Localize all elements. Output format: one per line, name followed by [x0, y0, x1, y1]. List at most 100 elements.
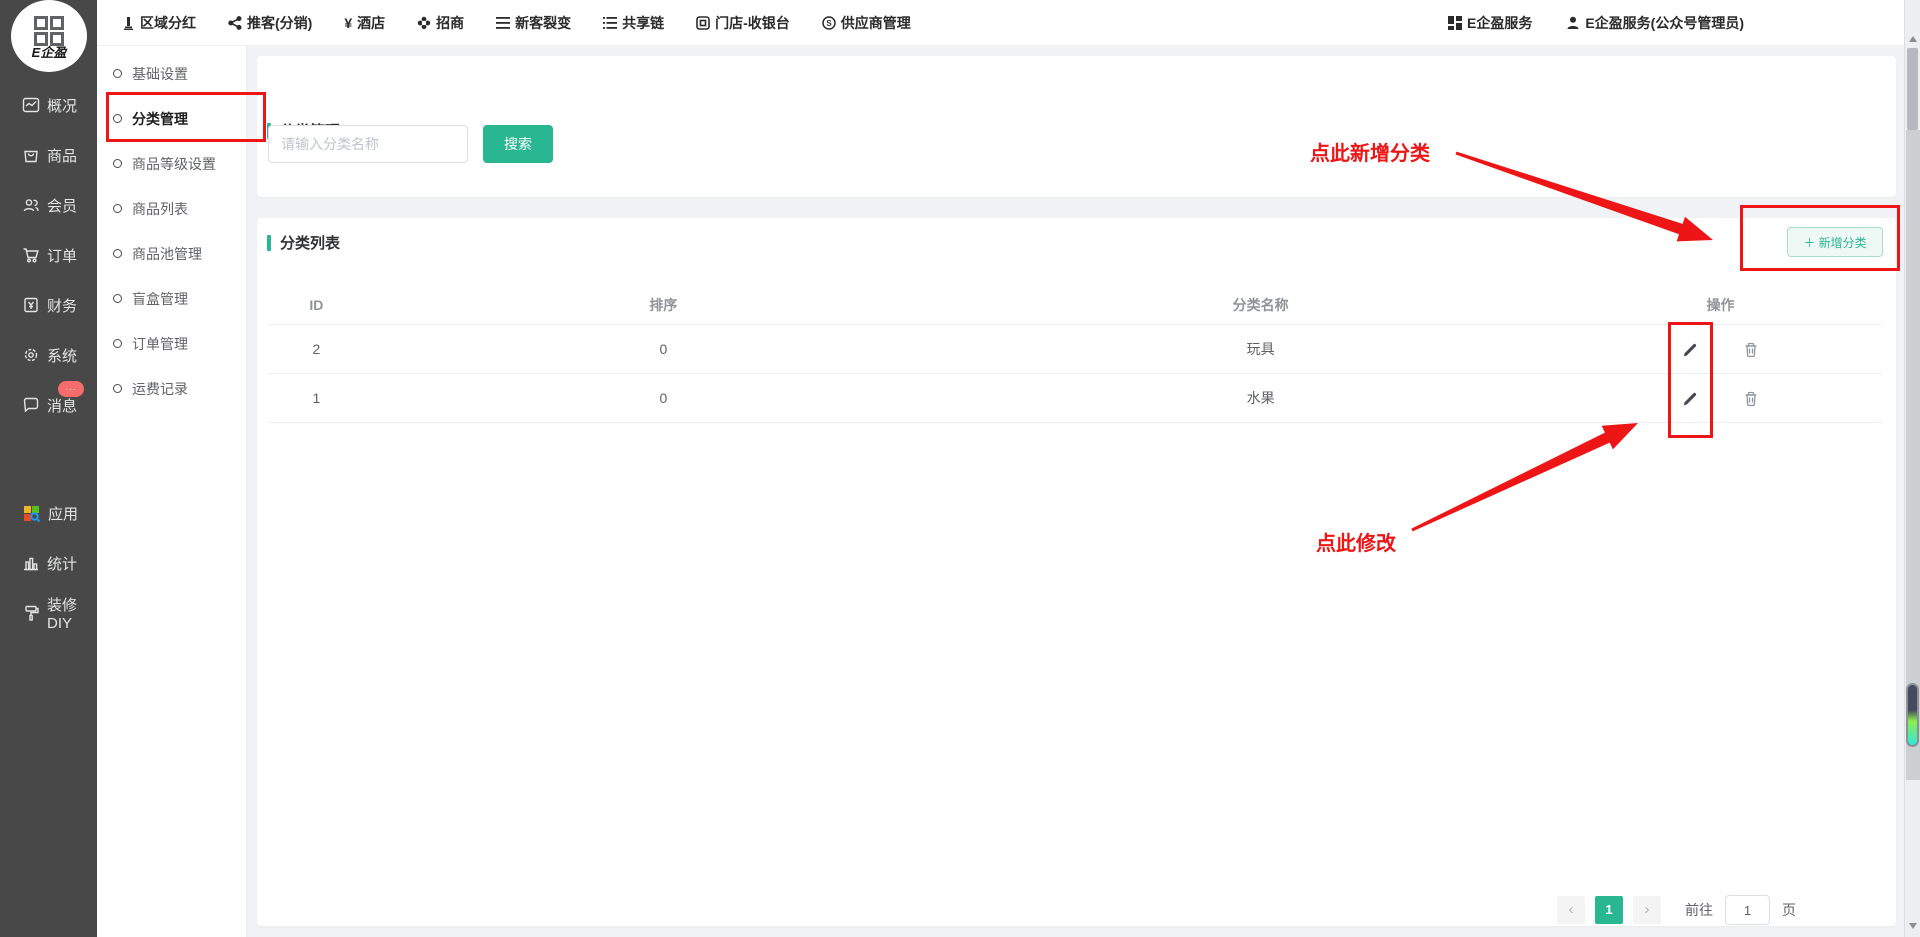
share-icon: [228, 16, 242, 30]
top-navbar: 区域分红 推客(分销) ¥ 酒店 招商 新客裂变 共享链 门店-收银台 S 供应…: [97, 0, 1904, 46]
pencil-icon: [1682, 341, 1699, 358]
cell-id: 2: [268, 341, 365, 357]
sidebar-item-label: 统计: [47, 553, 77, 574]
svg-text:S: S: [826, 19, 832, 28]
delete-button[interactable]: [1741, 339, 1761, 360]
menu-lines-icon: [496, 17, 510, 29]
topnav-item-new-customer[interactable]: 新客裂变: [496, 13, 571, 33]
yen-icon: ¥: [344, 15, 352, 31]
topnav-label: 招商: [436, 13, 464, 33]
submenu-item-goods-level[interactable]: 商品等级设置: [97, 141, 246, 186]
user-icon: [1566, 16, 1580, 30]
submenu-item-category-management[interactable]: 分类管理: [97, 96, 246, 141]
topnav-item-promoter[interactable]: 推客(分销): [228, 13, 312, 33]
system-icon: [22, 346, 40, 364]
circle-bullet-icon: [113, 249, 122, 258]
scrollbar-thumb[interactable]: [1907, 48, 1918, 130]
topnav-label: 供应商管理: [841, 13, 911, 33]
sidebar-item-system[interactable]: 系统: [0, 330, 97, 380]
sidebar-item-label: 订单: [47, 245, 77, 266]
submenu-item-blind-box[interactable]: 盲盒管理: [97, 276, 246, 321]
sidebar-item-label: 应用: [48, 503, 78, 524]
submenu-label: 基础设置: [132, 64, 188, 84]
submenu-item-freight-records[interactable]: 运费记录: [97, 366, 246, 411]
account-menu[interactable]: E企盈服务(公众号管理员): [1566, 13, 1744, 33]
circle-bullet-icon: [113, 114, 122, 123]
edit-button[interactable]: [1680, 339, 1701, 360]
service-label: E企盈服务: [1467, 13, 1532, 33]
trash-icon: [1743, 341, 1759, 358]
cell-name: 水果: [962, 388, 1559, 408]
sidebar-item-apps[interactable]: 应用: [0, 488, 97, 538]
vertical-scrollbar[interactable]: [1904, 0, 1920, 937]
column-header-name: 分类名称: [962, 295, 1559, 315]
category-name-input[interactable]: [268, 125, 468, 163]
sidebar-item-orders[interactable]: 订单: [0, 230, 97, 280]
sidebar-item-label: 系统: [47, 345, 77, 366]
finance-icon: [22, 296, 40, 314]
title-accent-bar: [267, 235, 271, 251]
submenu-item-basic-settings[interactable]: 基础设置: [97, 51, 246, 96]
goto-page-input[interactable]: [1725, 895, 1770, 925]
scroll-up-icon[interactable]: [1909, 36, 1917, 42]
sidebar-item-label: 消息: [47, 395, 77, 416]
topnav-item-investment[interactable]: 招商: [417, 13, 464, 33]
submenu-item-goods-list[interactable]: 商品列表: [97, 186, 246, 231]
prev-page-button[interactable]: ‹: [1557, 896, 1585, 924]
messages-badge: ...: [58, 381, 84, 397]
circle-bullet-icon: [113, 294, 122, 303]
submenu-label: 分类管理: [132, 109, 188, 129]
sidebar-item-goods[interactable]: 商品: [0, 130, 97, 180]
sidebar-item-label: 商品: [47, 145, 77, 166]
clover-icon: [417, 16, 431, 30]
sidebar-item-finance[interactable]: 财务: [0, 280, 97, 330]
category-list-panel: 分类列表 ＋ 新增分类 ID 排序 分类名称 操作 2 0 玩具 1 0 水果: [257, 218, 1896, 926]
category-table: ID 排序 分类名称 操作 2 0 玩具 1 0 水果: [268, 285, 1882, 423]
circle-bullet-icon: [113, 384, 122, 393]
circle-bullet-icon: [113, 204, 122, 213]
sidebar-item-label: 财务: [47, 295, 77, 316]
circle-bullet-icon: [113, 159, 122, 168]
account-label: E企盈服务(公众号管理员): [1585, 13, 1744, 33]
scroll-down-icon[interactable]: [1909, 923, 1917, 929]
stats-icon: [22, 554, 40, 572]
add-category-button[interactable]: ＋ 新增分类: [1787, 227, 1883, 257]
sidebar-item-overview[interactable]: 概况: [0, 80, 97, 130]
app-logo[interactable]: E企盈: [11, 0, 87, 72]
table-row: 1 0 水果: [268, 374, 1882, 423]
store-icon: [696, 16, 710, 30]
service-menu[interactable]: E企盈服务: [1448, 13, 1532, 33]
submenu-label: 商品列表: [132, 199, 188, 219]
topnav-item-hotel[interactable]: ¥ 酒店: [344, 13, 385, 33]
sidebar-item-members[interactable]: 会员: [0, 180, 97, 230]
sidebar-item-stats[interactable]: 统计: [0, 538, 97, 588]
goods-submenu: 基础设置 分类管理 商品等级设置 商品列表 商品池管理 盲盒管理 订单管理 运费…: [97, 46, 247, 937]
topnav-item-regional-dividend[interactable]: 区域分红: [122, 13, 196, 33]
cell-name: 玩具: [962, 339, 1559, 359]
column-header-sort: 排序: [365, 295, 962, 315]
search-button[interactable]: 搜索: [483, 125, 553, 163]
message-icon: [22, 396, 40, 414]
decorate-icon: [22, 604, 40, 622]
submenu-item-order-management[interactable]: 订单管理: [97, 321, 246, 366]
topnav-item-supplier[interactable]: S 供应商管理: [822, 13, 911, 33]
topnav-label: 门店-收银台: [715, 13, 790, 33]
supplier-icon: S: [822, 16, 836, 30]
topnav-item-store-cashier[interactable]: 门店-收银台: [696, 13, 790, 33]
next-page-button[interactable]: ›: [1633, 896, 1661, 924]
pagination: ‹ 1 › 前往 页: [1557, 895, 1796, 925]
goods-icon: [22, 146, 40, 164]
edit-button[interactable]: [1680, 388, 1701, 409]
table-header-row: ID 排序 分类名称 操作: [268, 285, 1882, 325]
delete-button[interactable]: [1741, 388, 1761, 409]
circle-bullet-icon: [113, 339, 122, 348]
scroll-marker: [1906, 683, 1919, 747]
goto-label: 前往: [1685, 900, 1713, 920]
current-page-button[interactable]: 1: [1595, 896, 1623, 924]
pencil-icon: [1682, 390, 1699, 407]
sidebar-item-decorate-diy[interactable]: 装修DIY: [0, 588, 97, 638]
topnav-item-share-chain[interactable]: 共享链: [603, 13, 664, 33]
submenu-item-goods-pool[interactable]: 商品池管理: [97, 231, 246, 276]
overview-icon: [22, 96, 40, 114]
cell-sort: 0: [365, 341, 962, 357]
